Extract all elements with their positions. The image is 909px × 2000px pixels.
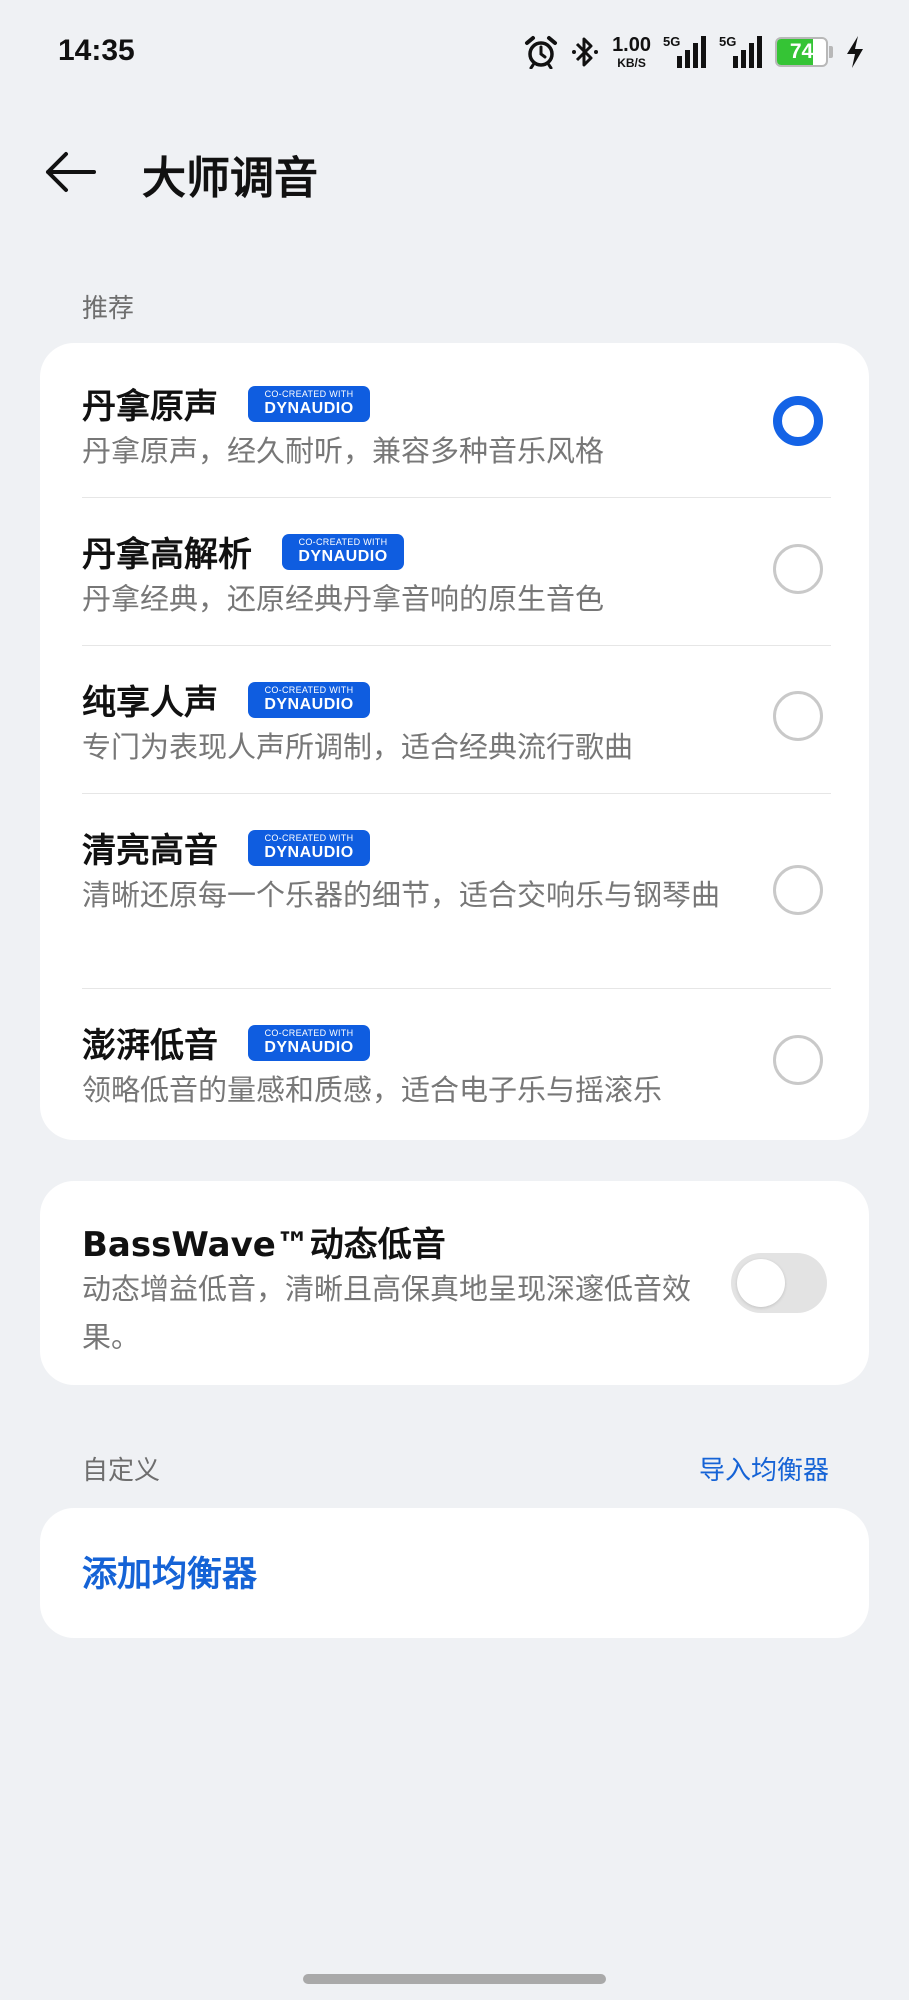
preset-title: 清亮高音 [82,831,218,871]
add-equalizer-card[interactable]: 添加均衡器 [40,1508,869,1638]
preset-radio[interactable] [773,1035,823,1085]
badge-caption: CO-CREATED WITH [298,537,388,547]
dynaudio-badge: CO-CREATED WITH DYNAUDIO [248,385,370,422]
badge-brand: DYNAUDIO [298,548,388,565]
basswave-toggle[interactable] [731,1253,827,1313]
header: 大师调音 [0,130,909,210]
preset-desc: 清晰还原每一个乐器的细节，适合交响乐与钢琴曲 [82,878,721,912]
back-button[interactable] [38,140,102,204]
divider [82,988,831,989]
preset-item-dynaudio-hires[interactable]: 丹拿高解析 CO-CREATED WITH DYNAUDIO 丹拿经典，还原经典… [40,497,869,645]
preset-title: 丹拿原声 [82,387,218,427]
dynaudio-badge: CO-CREATED WITH DYNAUDIO [248,829,370,866]
badge-brand: DYNAUDIO [264,696,354,713]
battery-level: 74 [789,40,814,63]
preset-title: 纯享人声 [82,683,218,723]
badge-caption: CO-CREATED WITH [264,389,354,399]
network-speed: 1.00 KB/S [612,35,651,69]
badge-brand: DYNAUDIO [264,844,354,861]
back-arrow-icon [46,152,96,192]
preset-desc: 丹拿原声，经久耐听，兼容多种音乐风格 [82,434,605,468]
preset-item-powerful-bass[interactable]: 澎湃低音 CO-CREATED WITH DYNAUDIO 领略低音的量感和质感… [40,988,869,1140]
dynaudio-badge: CO-CREATED WITH DYNAUDIO [248,1024,370,1061]
badge-brand: DYNAUDIO [264,1039,354,1056]
divider [82,645,831,646]
signal-2: 5G [719,34,763,70]
add-equalizer-button[interactable]: 添加均衡器 [82,1546,257,1597]
preset-item-dynaudio-original[interactable]: 丹拿原声 CO-CREATED WITH DYNAUDIO 丹拿原声，经久耐听，… [40,343,869,498]
preset-item-clear-treble[interactable]: 清亮高音 CO-CREATED WITH DYNAUDIO 清晰还原每一个乐器的… [40,793,869,988]
preset-radio[interactable] [773,865,823,915]
network-speed-unit: KB/S [617,56,646,70]
basswave-title: BassWave™动态低音 [82,1225,446,1265]
preset-desc: 领略低音的量感和质感，适合电子乐与摇滚乐 [82,1073,663,1107]
signal-1: 5G [663,34,707,70]
battery-indicator: 74 [775,37,833,67]
status-bar: 14:35 1.00 KB/S 5G 5G 74 [0,0,909,108]
signal-bars-icon [733,36,762,68]
import-equalizer-link[interactable]: 导入均衡器 [699,1450,829,1487]
preset-title: 澎湃低音 [82,1026,218,1066]
network-speed-value: 1.00 [612,34,651,56]
battery-cap [829,46,833,58]
badge-caption: CO-CREATED WITH [264,685,354,695]
signal-bars-icon [677,36,706,68]
bluetooth-icon [570,35,600,69]
basswave-desc: 动态增益低音，清晰且高保真地呈现深邃低音效果。 [82,1272,692,1354]
preset-desc: 专门为表现人声所调制，适合经典流行歌曲 [82,730,634,764]
preset-radio[interactable] [773,544,823,594]
dynaudio-badge: CO-CREATED WITH DYNAUDIO [248,681,370,718]
preset-item-pure-vocal[interactable]: 纯享人声 CO-CREATED WITH DYNAUDIO 专门为表现人声所调制… [40,645,869,793]
basswave-card: BassWave™动态低音 动态增益低音，清晰且高保真地呈现深邃低音效果。 [40,1181,869,1385]
preset-radio-selected[interactable] [773,396,823,446]
preset-card: 丹拿原声 CO-CREATED WITH DYNAUDIO 丹拿原声，经久耐听，… [40,343,869,1140]
divider [82,793,831,794]
status-time: 14:35 [58,34,135,67]
charging-icon [845,35,865,69]
status-icons: 1.00 KB/S 5G 5G 74 [524,30,865,74]
alarm-icon [524,35,558,69]
home-indicator[interactable] [303,1974,606,1984]
badge-brand: DYNAUDIO [264,400,354,417]
toggle-knob [737,1259,785,1307]
preset-title: 丹拿高解析 [82,535,252,575]
section-label-custom: 自定义 [82,1456,161,1486]
section-label-recommended: 推荐 [82,294,135,324]
divider [82,497,831,498]
dynaudio-badge: CO-CREATED WITH DYNAUDIO [282,533,404,570]
preset-desc: 丹拿经典，还原经典丹拿音响的原生音色 [82,582,605,616]
preset-radio[interactable] [773,691,823,741]
badge-caption: CO-CREATED WITH [264,1028,354,1038]
page-title: 大师调音 [142,153,318,204]
badge-caption: CO-CREATED WITH [264,833,354,843]
